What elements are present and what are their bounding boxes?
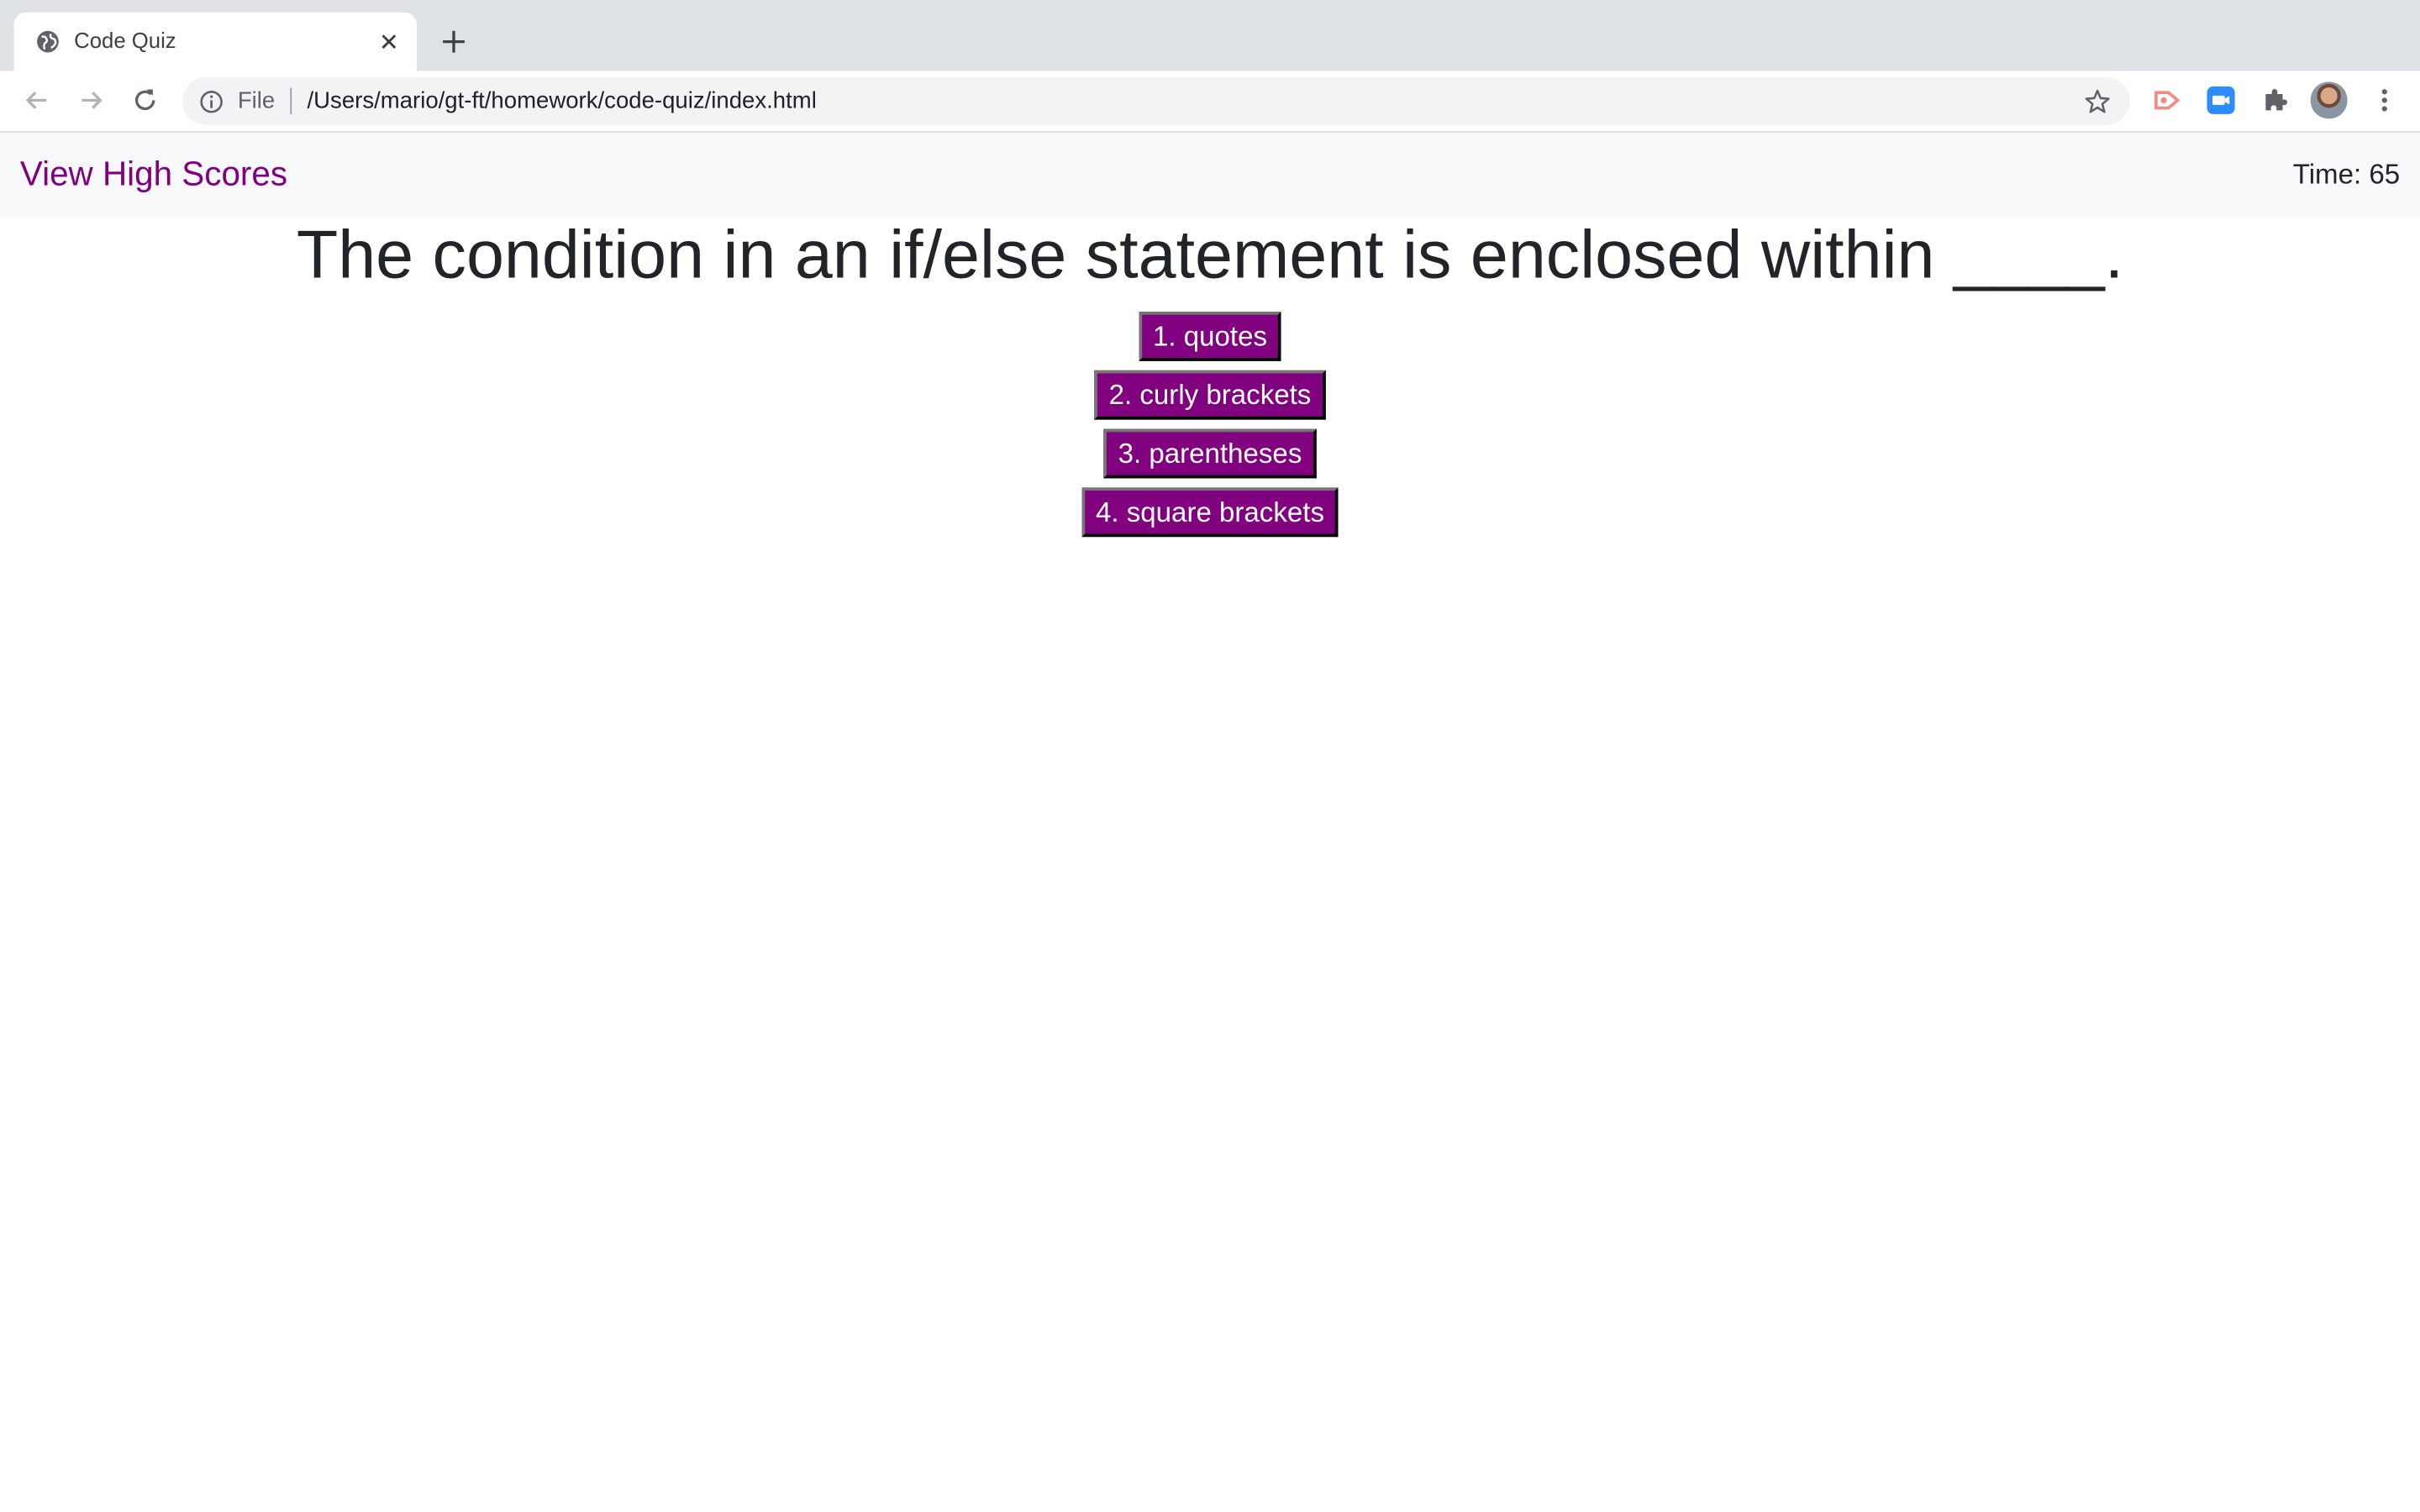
star-icon[interactable] (2084, 88, 2112, 116)
back-arrow-icon[interactable] (22, 85, 53, 116)
plus-icon[interactable] (439, 26, 470, 57)
timer: Time: 65 (2292, 159, 2401, 190)
answer-button-3[interactable]: 3. parentheses (1104, 428, 1316, 479)
tab-strip: Code Quiz (0, 0, 2420, 71)
page-content: View High Scores Time: 65 The condition … (0, 132, 2420, 1512)
avatar[interactable] (2310, 81, 2348, 119)
omnibox-divider (290, 87, 292, 114)
forward-arrow-icon[interactable] (76, 85, 107, 116)
info-icon[interactable] (199, 90, 224, 114)
tab-title: Code Quiz (74, 28, 176, 53)
globe-icon (35, 29, 60, 54)
close-icon[interactable] (376, 29, 401, 54)
tab-code-quiz[interactable]: Code Quiz (13, 12, 417, 71)
answer-button-1[interactable]: 1. quotes (1139, 312, 1281, 361)
browser-window: Code Quiz File /Users/mario/gt-ft/homewo… (0, 0, 2420, 1512)
answer-button-2[interactable]: 2. curly brackets (1095, 370, 1325, 420)
quiz-navbar: View High Scores Time: 65 (0, 132, 2420, 217)
address-bar[interactable]: File /Users/mario/gt-ft/homework/code-qu… (182, 76, 2130, 125)
zoom-icon[interactable] (2206, 85, 2237, 116)
screencast-icon[interactable] (2151, 85, 2182, 116)
answer-list: 1. quotes 2. curly brackets 3. parenthes… (0, 312, 2420, 546)
question-text: The condition in an if/else statement is… (296, 217, 2124, 293)
kebab-menu-icon[interactable] (2369, 85, 2400, 116)
reload-icon[interactable] (129, 85, 160, 116)
puzzle-icon[interactable] (2260, 85, 2291, 116)
view-high-scores-link[interactable]: View High Scores (20, 155, 287, 195)
url-text[interactable]: /Users/mario/gt-ft/homework/code-quiz/in… (308, 88, 817, 114)
scheme-label: File (237, 87, 276, 114)
answer-button-4[interactable]: 4. square brackets (1081, 487, 1339, 538)
browser-toolbar: File /Users/mario/gt-ft/homework/code-qu… (0, 71, 2420, 133)
